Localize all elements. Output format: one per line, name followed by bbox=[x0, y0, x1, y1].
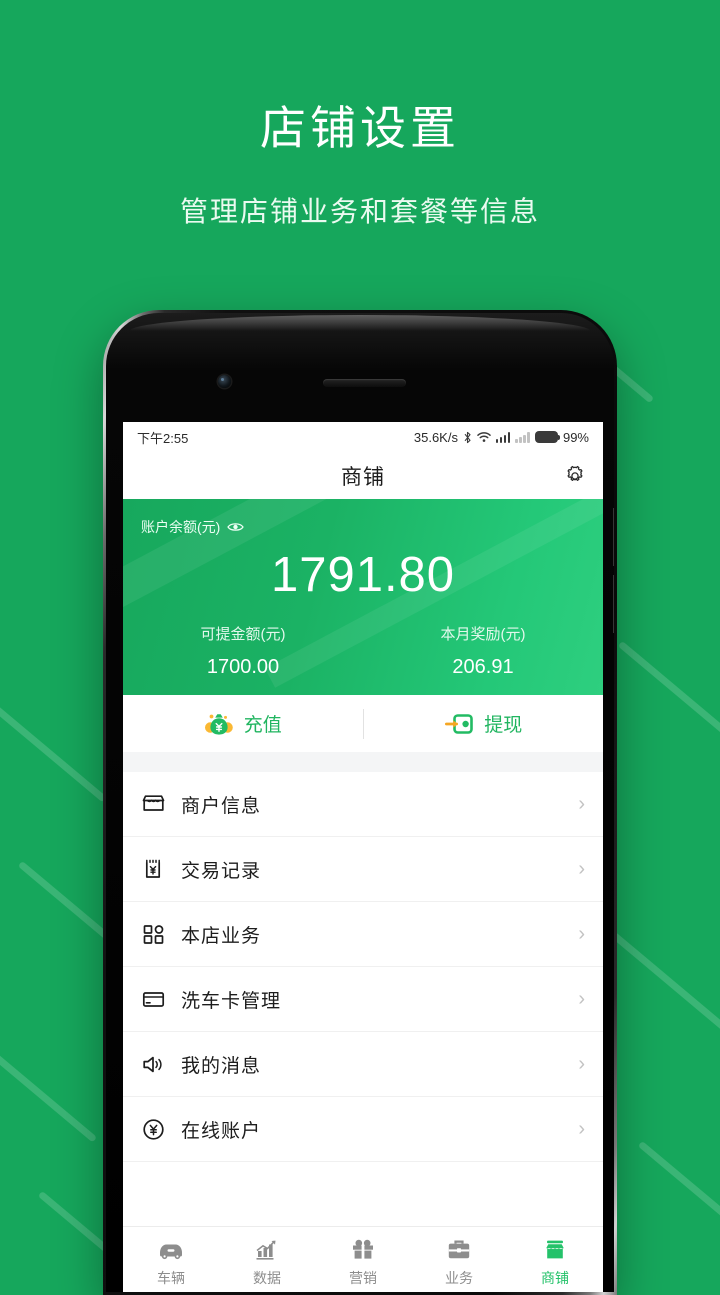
menu-item-transaction-records[interactable]: 交易记录 › bbox=[123, 837, 603, 902]
tab-label: 营销 bbox=[349, 1269, 377, 1286]
menu-label: 商户信息 bbox=[181, 795, 262, 817]
balance-card: 账户余额(元) 1791.80 可提金额(元) 1700.00 本月奖励(元) … bbox=[123, 499, 603, 695]
wifi-icon bbox=[477, 432, 491, 442]
network-speed: 35.6K/s bbox=[413, 429, 458, 445]
phone-mockup: 下午2:55 35.6K/s 99% 商铺 账户余额(元) 1791.80 可提… bbox=[103, 310, 617, 1295]
menu-list: 商户信息 › 交易记录 › 本店业务 › 洗车卡管理 › 我的消息 › 在线账户… bbox=[123, 772, 603, 1226]
speaker-icon bbox=[141, 1052, 175, 1077]
section-gap bbox=[123, 752, 603, 772]
tab-business[interactable]: 业务 bbox=[411, 1227, 507, 1292]
chevron-right-icon: › bbox=[578, 1053, 585, 1075]
tab-label: 业务 bbox=[445, 1269, 473, 1286]
bezel-gloss bbox=[130, 315, 590, 331]
receipt-yen-icon bbox=[141, 857, 175, 882]
menu-item-online-account[interactable]: 在线账户 › bbox=[123, 1097, 603, 1162]
store-icon bbox=[141, 792, 175, 817]
volume-down-button[interactable] bbox=[613, 575, 614, 633]
menu-label: 我的消息 bbox=[181, 1055, 262, 1077]
store-filled-icon bbox=[546, 1240, 564, 1258]
recharge-label: 充值 bbox=[243, 715, 282, 736]
promo-title: 店铺设置 bbox=[260, 102, 460, 154]
chevron-right-icon: › bbox=[578, 858, 585, 880]
withdraw-button[interactable]: 提现 bbox=[364, 695, 604, 752]
menu-label: 本店业务 bbox=[181, 925, 262, 947]
money-bag-icon bbox=[204, 713, 233, 735]
recharge-button[interactable]: 充值 bbox=[123, 695, 363, 752]
bluetooth-icon bbox=[464, 431, 471, 443]
chevron-right-icon: › bbox=[578, 1118, 585, 1140]
monthly-reward-label: 本月奖励(元) bbox=[440, 626, 526, 643]
gear-icon[interactable] bbox=[563, 464, 587, 488]
bottom-tab-bar: 车辆 数据 营销 业务 商铺 bbox=[123, 1226, 603, 1292]
monthly-reward-block: 本月奖励(元) 206.91 bbox=[363, 623, 603, 679]
menu-label: 在线账户 bbox=[181, 1120, 262, 1142]
tab-vehicles[interactable]: 车辆 bbox=[123, 1227, 219, 1292]
card-icon bbox=[141, 987, 175, 1012]
monthly-reward-value: 206.91 bbox=[452, 656, 514, 678]
signal-bars-off-icon bbox=[515, 431, 530, 443]
volume-up-button[interactable] bbox=[613, 508, 614, 566]
menu-item-merchant-info[interactable]: 商户信息 › bbox=[123, 772, 603, 837]
menu-label: 交易记录 bbox=[181, 860, 262, 882]
chevron-right-icon: › bbox=[578, 988, 585, 1010]
front-camera-icon bbox=[218, 375, 231, 388]
tab-shop[interactable]: 商铺 bbox=[507, 1227, 603, 1292]
earpiece-speaker bbox=[323, 379, 406, 387]
promo-subtitle: 管理店铺业务和套餐等信息 bbox=[179, 195, 540, 227]
phone-screen: 下午2:55 35.6K/s 99% 商铺 账户余额(元) 1791.80 可提… bbox=[123, 422, 603, 1292]
grid-icon bbox=[141, 922, 175, 947]
chevron-right-icon: › bbox=[578, 793, 585, 815]
battery-icon bbox=[534, 431, 561, 443]
chevron-right-icon: › bbox=[578, 923, 585, 945]
tab-label: 车辆 bbox=[157, 1269, 185, 1286]
menu-item-my-messages[interactable]: 我的消息 › bbox=[123, 1032, 603, 1097]
battery-percent: 99% bbox=[562, 429, 589, 445]
status-time: 下午2:55 bbox=[137, 430, 189, 446]
briefcase-icon bbox=[448, 1240, 470, 1258]
gift-icon bbox=[353, 1239, 373, 1259]
tab-data[interactable]: 数据 bbox=[219, 1227, 315, 1292]
car-icon bbox=[160, 1244, 182, 1259]
wallet-withdraw-icon bbox=[445, 713, 474, 734]
yen-circle-icon bbox=[141, 1117, 175, 1142]
chart-icon bbox=[256, 1240, 276, 1260]
tab-label: 数据 bbox=[253, 1269, 281, 1286]
status-bar: 下午2:55 35.6K/s 99% bbox=[123, 422, 603, 452]
action-row: 充值 提现 bbox=[123, 695, 603, 752]
menu-item-wash-card[interactable]: 洗车卡管理 › bbox=[123, 967, 603, 1032]
menu-label: 洗车卡管理 bbox=[181, 990, 282, 1012]
promo-header: 店铺设置 管理店铺业务和套餐等信息 bbox=[0, 100, 720, 230]
signal-bars-icon bbox=[495, 431, 511, 443]
menu-item-store-services[interactable]: 本店业务 › bbox=[123, 902, 603, 967]
tab-marketing[interactable]: 营销 bbox=[315, 1227, 411, 1292]
tab-label: 商铺 bbox=[541, 1269, 569, 1286]
withdraw-label: 提现 bbox=[484, 715, 523, 736]
app-bar: 商铺 bbox=[123, 452, 603, 499]
page-title: 商铺 bbox=[341, 465, 385, 489]
